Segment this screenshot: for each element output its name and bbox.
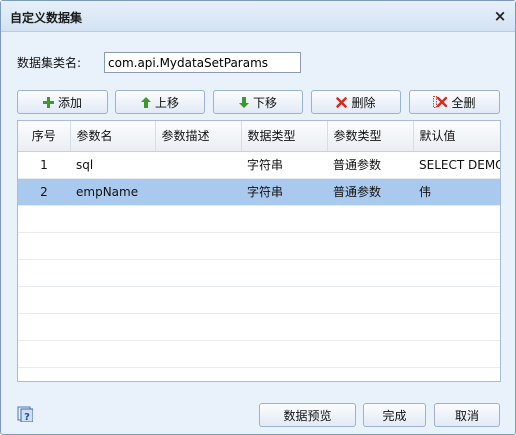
delete-all-button[interactable]: 全删 bbox=[409, 90, 500, 114]
x-icon bbox=[336, 96, 348, 108]
column-header-index[interactable]: 序号 bbox=[18, 121, 71, 152]
cell-index: 2 bbox=[18, 178, 70, 206]
empty-row bbox=[18, 286, 500, 314]
x-grid-icon bbox=[433, 96, 448, 108]
svg-text:?: ? bbox=[24, 412, 30, 422]
dialog-title: 自定义数据集 bbox=[10, 11, 83, 25]
column-header-default[interactable]: 默认值 bbox=[413, 121, 500, 152]
move-up-button-label: 上移 bbox=[154, 95, 179, 110]
cell-name[interactable]: sql bbox=[70, 151, 155, 179]
move-up-button[interactable]: 上移 bbox=[115, 90, 205, 114]
column-header-name[interactable]: 参数名 bbox=[70, 121, 156, 152]
help-icon[interactable]: ? bbox=[17, 406, 33, 422]
data-preview-button-label: 数据预览 bbox=[283, 408, 332, 423]
dataset-class-label: 数据集类名: bbox=[17, 56, 82, 70]
data-preview-button[interactable]: 数据预览 bbox=[259, 403, 356, 427]
column-header-description[interactable]: 参数描述 bbox=[155, 121, 242, 152]
empty-row bbox=[18, 313, 500, 341]
add-button[interactable]: 添加 bbox=[17, 90, 108, 114]
finish-button[interactable]: 完成 bbox=[363, 403, 426, 427]
table-row-selected[interactable]: 2 empName 字符串 普通参数 伟 bbox=[18, 178, 500, 206]
empty-row bbox=[18, 232, 500, 260]
table-row[interactable]: 1 sql 字符串 普通参数 SELECT DEMO bbox=[18, 151, 500, 179]
delete-button[interactable]: 删除 bbox=[311, 90, 401, 114]
parameter-table: 序号 参数名 参数描述 数据类型 参数类型 默认值 1 sql 字符串 普通参数… bbox=[18, 121, 500, 381]
cell-index: 1 bbox=[18, 151, 70, 179]
cell-description[interactable] bbox=[155, 178, 241, 206]
move-down-button[interactable]: 下移 bbox=[213, 90, 303, 114]
plus-icon bbox=[42, 96, 54, 108]
grid-header-row: 序号 参数名 参数描述 数据类型 参数类型 默认值 bbox=[18, 121, 500, 152]
delete-all-button-label: 全删 bbox=[451, 95, 476, 110]
empty-row bbox=[18, 340, 500, 368]
empty-row bbox=[18, 259, 500, 287]
cell-name[interactable]: empName bbox=[70, 178, 155, 206]
arrow-down-icon bbox=[238, 96, 249, 108]
cancel-button[interactable]: 取消 bbox=[434, 403, 500, 427]
finish-button-label: 完成 bbox=[382, 408, 407, 423]
cell-description[interactable] bbox=[155, 151, 241, 179]
empty-row bbox=[18, 205, 500, 233]
add-button-label: 添加 bbox=[57, 95, 82, 110]
cell-param-type[interactable]: 普通参数 bbox=[327, 178, 413, 206]
title-bar[interactable]: 自定义数据集 × bbox=[1, 1, 515, 32]
dataset-class-input[interactable] bbox=[104, 52, 301, 73]
parameter-grid: 序号 参数名 参数描述 数据类型 参数类型 默认值 1 sql 字符串 普通参数… bbox=[17, 120, 501, 382]
delete-button-label: 删除 bbox=[351, 95, 376, 110]
move-down-button-label: 下移 bbox=[252, 95, 277, 110]
empty-row bbox=[18, 367, 500, 381]
cell-default[interactable]: 伟 bbox=[413, 178, 500, 206]
arrow-up-icon bbox=[140, 96, 151, 108]
cell-data-type[interactable]: 字符串 bbox=[241, 151, 327, 179]
cell-default[interactable]: SELECT DEMO bbox=[413, 151, 500, 179]
column-header-data-type[interactable]: 数据类型 bbox=[241, 121, 328, 152]
cell-data-type[interactable]: 字符串 bbox=[241, 178, 327, 206]
custom-dataset-dialog: 自定义数据集 × 数据集类名: 添加 上移 下移 删除 bbox=[0, 0, 516, 435]
cancel-button-label: 取消 bbox=[454, 408, 479, 423]
close-icon[interactable]: × bbox=[491, 7, 509, 25]
cell-param-type[interactable]: 普通参数 bbox=[327, 151, 413, 179]
column-header-param-type[interactable]: 参数类型 bbox=[327, 121, 414, 152]
